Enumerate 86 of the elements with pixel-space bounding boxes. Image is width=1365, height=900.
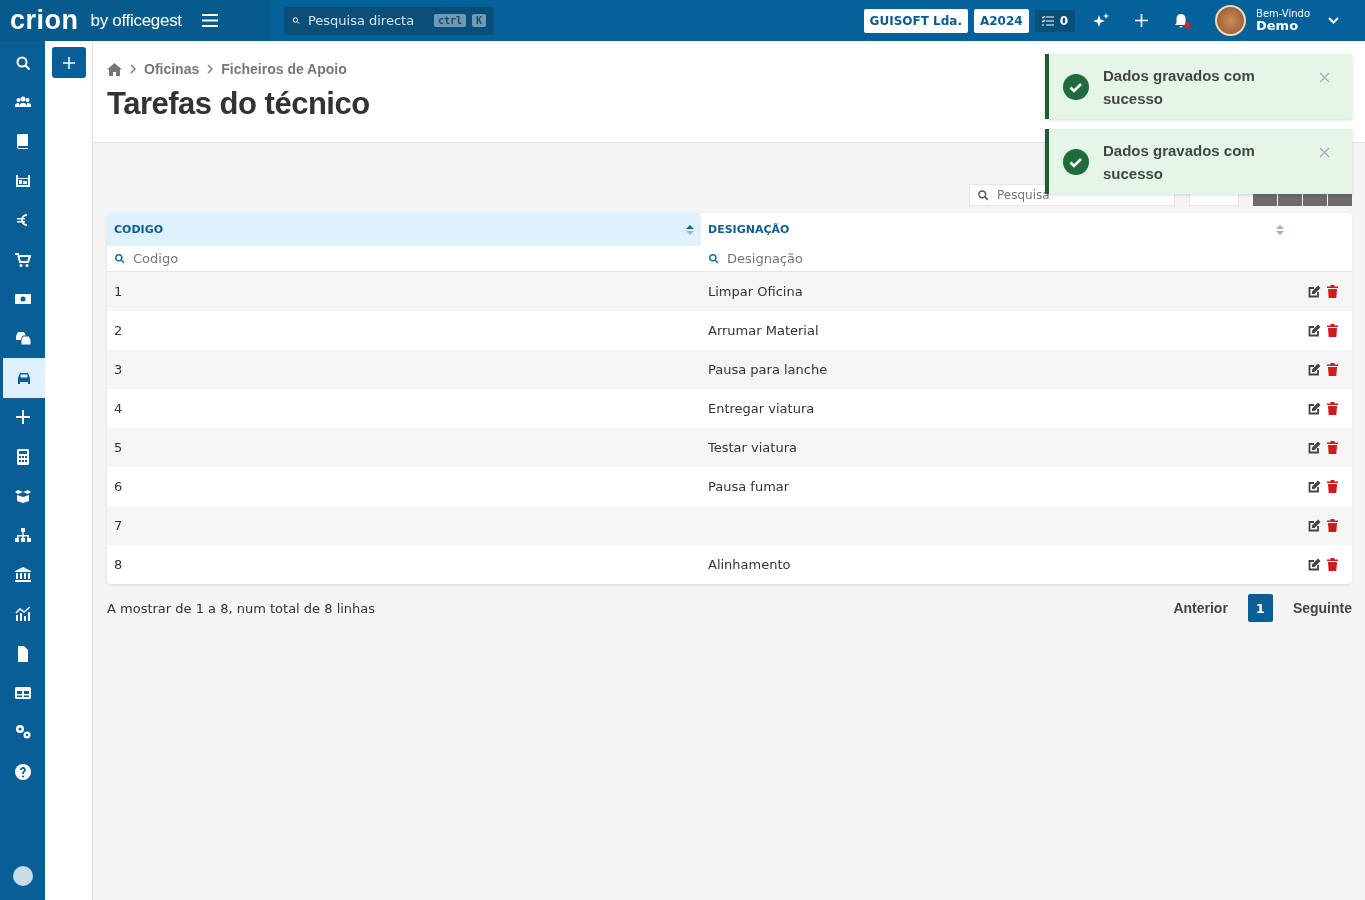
table-cell: Pausa para lanche [708, 362, 828, 377]
check-circle-icon [1063, 73, 1089, 100]
chevron-down-icon[interactable] [1328, 17, 1339, 24]
table-cell: 2 [114, 323, 123, 338]
delete-icon[interactable] [1327, 519, 1338, 532]
edit-icon[interactable] [1308, 402, 1321, 415]
warehouse-icon [14, 172, 31, 189]
table-cell: 3 [114, 362, 123, 377]
calculator-icon [14, 448, 31, 465]
delete-icon[interactable] [1327, 558, 1338, 571]
check-circle-icon [1063, 148, 1089, 175]
user-avatar[interactable] [1215, 5, 1246, 36]
delete-icon[interactable] [1327, 402, 1338, 415]
table-cell: 6 [114, 479, 123, 494]
table-cell: Pausa fumar [708, 479, 790, 494]
company-selector[interactable]: GUISOFT Lda. [863, 8, 968, 33]
page-button[interactable]: 1 [1247, 594, 1273, 622]
chevron-right-icon [130, 64, 136, 74]
brand-tagline: by officegest [90, 10, 182, 31]
user-name[interactable]: Demo [1256, 19, 1310, 32]
gears-icon [14, 724, 31, 741]
year-selector[interactable]: A2024 [973, 8, 1029, 33]
delete-icon[interactable] [1327, 285, 1338, 298]
chart-icon [14, 606, 31, 623]
edit-icon[interactable] [1308, 324, 1321, 337]
page-title: Tarefas do técnico [107, 86, 370, 122]
table-cell: 5 [114, 440, 123, 455]
column-header[interactable]: CODIGO [107, 213, 701, 246]
table-summary: A mostrar de 1 a 8, num total de 8 linhas [107, 600, 376, 616]
edit-icon[interactable] [1308, 480, 1321, 493]
table-cell: 8 [114, 557, 123, 572]
edit-icon[interactable] [1308, 519, 1321, 532]
table-cell: Limpar Oficina [708, 284, 803, 299]
previous-page-link[interactable]: Anterior [1167, 600, 1234, 616]
toast-message: Dados gravados com sucesso [1103, 65, 1256, 109]
edit-icon[interactable] [1308, 285, 1321, 298]
delete-icon[interactable] [1327, 363, 1338, 376]
table-cell: Entregar viatura [708, 401, 815, 416]
shortcut-key: ctrl [433, 14, 466, 27]
next-page-link[interactable]: Seguinte [1286, 600, 1358, 616]
edit-icon[interactable] [1308, 363, 1321, 376]
plus-icon [14, 409, 31, 426]
delete-icon[interactable] [1327, 324, 1338, 337]
shortcut-key: K [471, 14, 486, 27]
search-icon [708, 253, 719, 264]
add-icon[interactable] [1135, 14, 1148, 27]
help-icon [14, 763, 31, 780]
chevron-right-icon [207, 64, 214, 74]
breadcrumb-link[interactable]: Oficinas [144, 61, 200, 77]
bell-icon[interactable] [1174, 12, 1191, 29]
brand-logo: crion [10, 7, 79, 34]
search-icon [292, 14, 300, 27]
sparkle-icon[interactable] [1093, 12, 1109, 29]
toast-message: Dados gravados com sucesso [1103, 140, 1256, 184]
table-cell: Alinhamento [708, 557, 791, 572]
edit-icon[interactable] [1308, 558, 1321, 571]
home-icon[interactable] [107, 62, 122, 76]
delete-icon[interactable] [1327, 441, 1338, 454]
table-cell: Testar viatura [708, 440, 797, 455]
search-icon [114, 253, 125, 264]
menu-icon[interactable] [201, 14, 218, 27]
plus-icon [62, 56, 75, 69]
search-icon [14, 54, 31, 71]
table-cell: 4 [114, 401, 123, 416]
app-logo-icon[interactable] [12, 866, 33, 886]
greeting-text: Bem-Vindo [1256, 9, 1310, 19]
bank-icon [14, 566, 31, 583]
checklist-icon [1041, 15, 1054, 26]
edit-icon[interactable] [1308, 441, 1321, 454]
table-cell: Arrumar Material [708, 323, 819, 338]
tasks-button[interactable]: 0 [1034, 9, 1075, 32]
box-icon [14, 488, 31, 504]
table-icon [14, 684, 31, 701]
search-icon [977, 189, 989, 201]
column-header[interactable]: DESIGNAÇÃO [701, 213, 1291, 246]
search-input[interactable]: Pesquisa directa [305, 12, 428, 29]
sort-icon [686, 224, 694, 235]
breadcrumb-link[interactable]: Ficheiros de Apoio [221, 61, 347, 77]
table-cell: 7 [114, 518, 123, 533]
sort-icon [1276, 224, 1284, 235]
cart-icon [14, 251, 31, 268]
book-icon [14, 133, 31, 150]
delete-icon[interactable] [1327, 480, 1338, 493]
hierarchy-icon [14, 527, 31, 544]
new-button[interactable] [51, 47, 86, 78]
table-cell: 1 [114, 284, 123, 299]
